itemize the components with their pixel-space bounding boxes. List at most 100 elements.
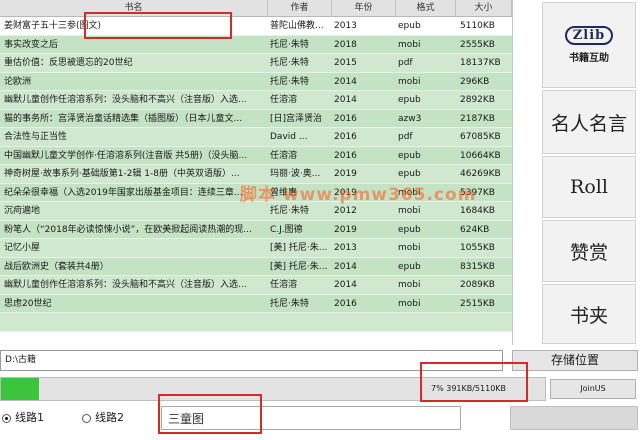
- zlib-logo: Zlib: [564, 26, 614, 45]
- cell-size: 10664KB: [460, 150, 501, 161]
- cell-author: C.J.图德: [270, 224, 303, 235]
- cell-author: 任溶溶: [270, 280, 298, 290]
- cell-size: 1055KB: [460, 243, 495, 253]
- cell-format: mobi: [398, 243, 421, 253]
- roll-button-label: Roll: [570, 176, 608, 198]
- cell-year: 2013: [334, 243, 357, 253]
- zlib-logo-button[interactable]: Zlib 书籍互助: [542, 2, 636, 88]
- quotes-button[interactable]: 名人名言: [542, 90, 636, 154]
- cell-size: 5110KB: [460, 21, 495, 31]
- header-size[interactable]: 大小: [456, 0, 512, 16]
- cell-year: 2019: [334, 224, 357, 235]
- header-format[interactable]: 格式: [396, 0, 456, 16]
- cell-title: 幽默儿童创作任溶溶系列：没头脑和不高兴（注音版）入选...: [4, 280, 247, 290]
- cell-size: [460, 313, 508, 331]
- route1-label: 线路1: [15, 411, 44, 424]
- header-title[interactable]: 书名: [0, 0, 268, 16]
- cell-author: [美] 托尼·朱...: [270, 243, 328, 253]
- table-row[interactable]: 事实改变之后 托尼·朱特 2018 mobi 2555KB: [0, 35, 512, 54]
- cell-format: mobi: [398, 39, 421, 50]
- donate-button[interactable]: 赞赏: [542, 220, 636, 282]
- cell-format: mobi: [398, 280, 421, 290]
- table-row[interactable]: 思虑20世纪 托尼·朱特 2016 mobi 2515KB: [0, 294, 512, 313]
- cell-author: 任溶溶: [270, 95, 298, 105]
- route2-radio[interactable]: 线路2: [82, 409, 124, 427]
- table-row[interactable]: 幽默儿童创作任溶溶系列：没头脑和不高兴（注音版）入选... 任溶溶 2014 mobi…: [0, 276, 512, 295]
- cell-year: [334, 313, 384, 331]
- cell-author: [270, 313, 328, 331]
- cell-author: [日]宫泽贤治: [270, 113, 323, 124]
- table-row[interactable]: 姜财富子五十三参(图文) 普陀山佛教... 2013 epub 5110KB: [0, 17, 512, 36]
- cell-format: azw3: [398, 113, 422, 124]
- header-year[interactable]: 年份: [332, 0, 396, 16]
- table-row[interactable]: 粉笔人（“2018年必读惊悚小说”，在欧美掀起阅读热潮的现... C.J.图德 20…: [0, 220, 512, 239]
- cell-author: [美] 托尼·朱...: [270, 261, 328, 272]
- route1-radio-dot: [2, 413, 11, 423]
- save-location-button[interactable]: 存储位置: [512, 350, 638, 371]
- table-header: 书名 作者 年份 格式 大小: [0, 0, 512, 17]
- cell-size: 8315KB: [460, 261, 495, 272]
- cell-title: 幽默儿童创作任溶溶系列：没头脑和不高兴（注音版）入选...: [4, 95, 247, 105]
- table-body: 姜财富子五十三参(图文) 普陀山佛教... 2013 epub 5110KB 事实改变之后…: [0, 17, 512, 332]
- cell-author: 托尼·朱特: [270, 76, 309, 87]
- cell-size: 624KB: [460, 224, 490, 235]
- table-row[interactable]: 合法性与正当性 David ... 2016 pdf 67085KB: [0, 128, 512, 147]
- route1-radio[interactable]: 线路1: [2, 409, 44, 427]
- search-input[interactable]: [161, 406, 461, 430]
- cell-year: 2013: [334, 21, 357, 31]
- cell-size: 2892KB: [460, 95, 495, 105]
- cell-year: 2018: [334, 39, 357, 50]
- cell-title: 合法性与正当性: [4, 132, 68, 142]
- cell-title: [4, 313, 266, 331]
- cell-format: epub: [398, 95, 421, 105]
- table-row[interactable]: 重估价值：反思被遗忘的20世纪 托尼·朱特 2015 pdf 18137KB: [0, 54, 512, 73]
- table-row[interactable]: 幽默儿童创作任溶溶系列：没头脑和不高兴（注音版）入选... 任溶溶 2014 epub…: [0, 91, 512, 110]
- cell-title: 姜财富子五十三参(图文): [4, 21, 102, 31]
- header-author[interactable]: 作者: [268, 0, 332, 16]
- cell-year: 2015: [334, 58, 357, 68]
- cell-title: 沉疴遍地: [4, 206, 41, 216]
- donate-button-label: 赞赏: [569, 241, 608, 264]
- download-progress-bar: 7% 391KB/5110KB: [0, 377, 546, 401]
- cell-format: mobi: [398, 298, 421, 309]
- cell-year: 2016: [334, 132, 357, 142]
- cell-year: 2014: [334, 280, 357, 290]
- joinus-button[interactable]: JoinUS: [550, 379, 636, 399]
- cell-title: 神奇树屋·故事系列·基础版第1-2辑 1-8册（中英双语版）...: [4, 169, 240, 179]
- zlib-app-window: 书名 作者 年份 格式 大小 姜财富子五十三参(图文) 普陀山佛教... 2013 e…: [0, 0, 640, 440]
- cell-year: 2016: [334, 298, 357, 309]
- progress-text: 7% 391KB/5110KB: [431, 384, 507, 393]
- cell-title: 论欧洲: [4, 76, 32, 87]
- roll-button[interactable]: Roll: [542, 156, 636, 218]
- table-row[interactable]: 中国幽默儿童文学创作·任溶溶系列(注音版 共5册)（没头脑... 任溶溶 2016 e…: [0, 146, 512, 165]
- cell-author: 托尼·朱特: [270, 39, 309, 50]
- search-button[interactable]: [510, 406, 638, 430]
- cell-format: pdf: [398, 58, 413, 68]
- cell-year: 2014: [334, 261, 357, 272]
- save-path-field[interactable]: D:\古籍: [0, 350, 503, 371]
- cell-year: 2016: [334, 113, 357, 124]
- right-panel: Zlib 书籍互助 名人名言 Roll 赞赏 书夹: [540, 0, 640, 346]
- table-row[interactable]: 记忆小屋 [美] 托尼·朱... 2013 mobi 1055KB: [0, 239, 512, 258]
- progress-fill: [1, 378, 39, 400]
- cell-size: 18137KB: [460, 58, 501, 68]
- cell-title: 记忆小屋: [4, 243, 41, 253]
- cell-title: 粉笔人（“2018年必读惊悚小说”，在欧美掀起阅读热潮的现...: [4, 224, 252, 235]
- table-row[interactable]: 猫的事务所：宫泽贤治童话精选集（插图版）（日本儿童文... [日]宫泽贤治 2016…: [0, 109, 512, 128]
- table-row[interactable]: 论欧洲 托尼·朱特 2014 mobi 296KB: [0, 72, 512, 91]
- table-row[interactable]: [0, 313, 512, 332]
- cell-title: 重估价值：反思被遗忘的20世纪: [4, 58, 133, 68]
- cell-author: 普陀山佛教...: [270, 21, 324, 31]
- cell-author: 任溶溶: [270, 150, 298, 161]
- book-table: 书名 作者 年份 格式 大小 姜财富子五十三参(图文) 普陀山佛教... 2013 e…: [0, 0, 513, 345]
- table-row[interactable]: 战后欧洲史（套装共4册） [美] 托尼·朱... 2014 epub 8315KB: [0, 257, 512, 276]
- cell-title: 猫的事务所：宫泽贤治童话精选集（插图版）（日本儿童文...: [4, 113, 243, 124]
- cell-size: 2187KB: [460, 113, 495, 124]
- cell-format: epub: [398, 224, 421, 235]
- bookshelf-button-label: 书夹: [569, 304, 608, 327]
- cell-year: 2014: [334, 95, 357, 105]
- cell-size: 2089KB: [460, 280, 495, 290]
- watermark-text: 脚本 www.pmw365.com: [240, 185, 477, 205]
- route2-label: 线路2: [95, 411, 124, 424]
- bookshelf-button[interactable]: 书夹: [542, 284, 636, 344]
